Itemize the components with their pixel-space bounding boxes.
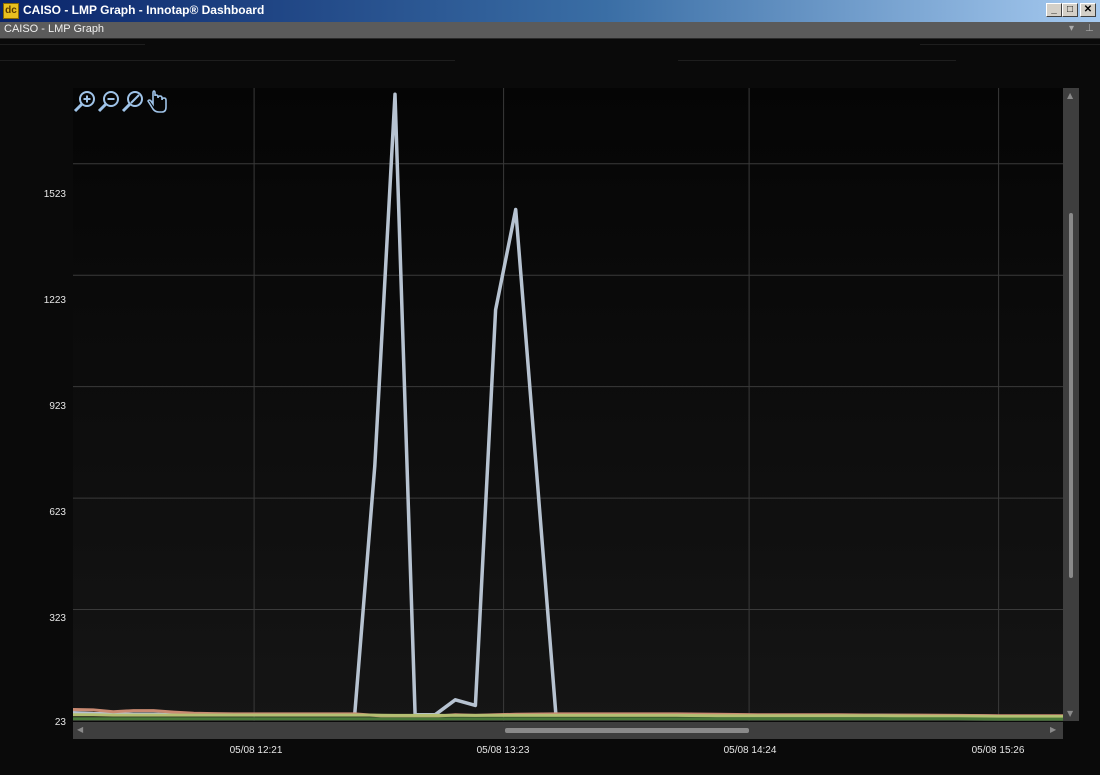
vertical-scroll-thumb[interactable] [1069,213,1073,578]
series-line-3 [73,713,1063,718]
scroll-up-icon[interactable]: ▲ [1067,91,1073,100]
series-line-1 [72,92,1063,718]
horizontal-scroll-thumb[interactable] [505,728,749,733]
panel-dropdown-icon[interactable]: ▾ [1069,23,1074,34]
chart-toolbar [73,89,169,115]
vertical-scrollbar[interactable]: ▲ ▼ [1063,88,1079,721]
lmp-chart [72,88,1063,722]
scroll-down-icon[interactable]: ▼ [1067,709,1073,718]
zoom-in-icon[interactable] [73,89,97,115]
x-tick-label: 05/08 14:24 [723,745,777,756]
y-tick-label: 1523 [43,189,66,200]
window-title: CAISO - LMP Graph - Innotap® Dashboard [23,3,265,17]
window-title-bar: dc CAISO - LMP Graph - Innotap® Dashboar… [0,0,1100,22]
horizontal-scrollbar[interactable]: ◀ ▶ [73,722,1063,739]
divider [0,60,455,61]
x-tick-label: 05/08 12:21 [229,745,283,756]
close-button[interactable]: ✕ [1080,3,1096,17]
x-tick-label: 05/08 15:26 [971,745,1025,756]
y-tick-label: 23 [54,717,66,728]
app-logo-icon: dc [3,3,19,19]
x-tick-label: 05/08 13:23 [476,745,530,756]
pan-hand-icon[interactable] [145,89,169,115]
y-tick-label: 323 [49,613,66,624]
chart-plot-area[interactable] [72,88,1063,722]
panel-pin-icon[interactable]: ⊥ [1085,23,1094,34]
zoom-out-icon[interactable] [97,89,121,115]
divider [0,44,145,45]
minimize-button[interactable]: _ [1046,3,1062,17]
panel-title: CAISO - LMP Graph [4,23,105,35]
y-tick-label: 923 [49,401,66,412]
zoom-reset-icon[interactable] [121,89,145,115]
scroll-right-icon[interactable]: ▶ [1050,725,1056,734]
divider [920,44,1100,45]
scroll-left-icon[interactable]: ◀ [77,725,83,734]
divider [678,60,956,61]
y-tick-label: 1223 [43,295,66,306]
panel-header: CAISO - LMP Graph ▾ ⊥ [0,22,1100,39]
y-tick-label: 623 [49,507,66,518]
maximize-button[interactable]: □ [1062,3,1078,17]
